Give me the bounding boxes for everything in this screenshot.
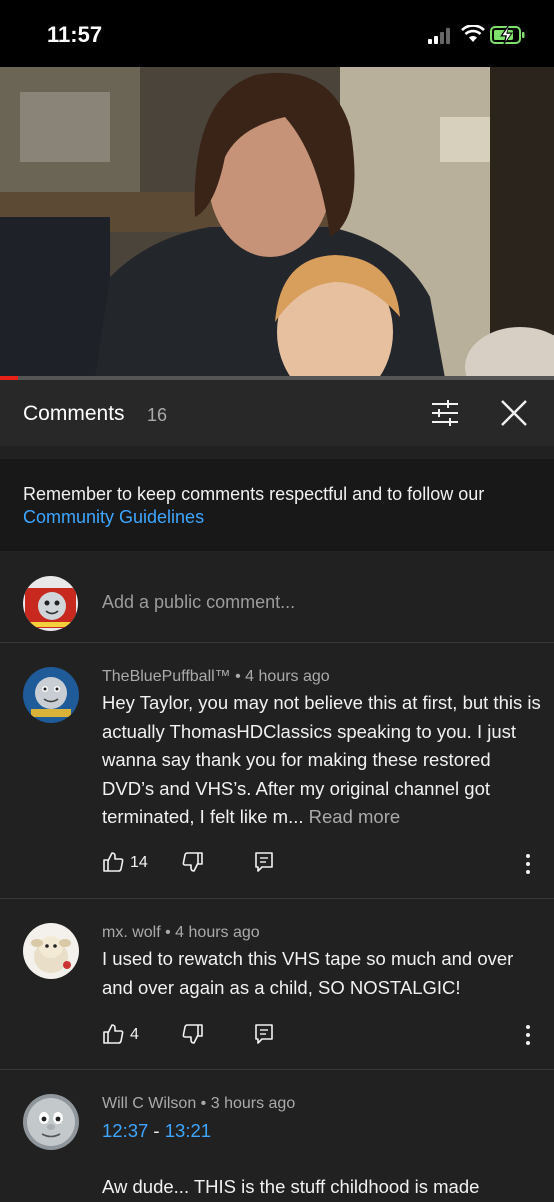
user-avatar bbox=[23, 576, 78, 631]
comment-time: 4 hours ago bbox=[245, 668, 330, 685]
notice-text: Remember to keep comments respectful and… bbox=[23, 483, 533, 529]
battery-charging-icon bbox=[490, 25, 525, 45]
video-player[interactable] bbox=[0, 67, 554, 378]
like-count: 14 bbox=[130, 854, 148, 871]
add-comment-row[interactable]: Add a public comment... bbox=[0, 560, 554, 642]
reply-icon[interactable] bbox=[254, 851, 274, 873]
video-frame bbox=[0, 67, 554, 378]
comment-text: I used to rewatch this VHS tape so much … bbox=[102, 948, 514, 998]
reply-icon[interactable] bbox=[254, 1023, 274, 1045]
thumbs-down-icon[interactable] bbox=[182, 1023, 204, 1045]
more-options-icon[interactable] bbox=[522, 1024, 534, 1046]
cellular-signal-icon bbox=[428, 26, 454, 44]
comment-meta: TheBluePuffball™ • 4 hours ago bbox=[102, 668, 330, 686]
thumbs-up-icon[interactable] bbox=[102, 851, 124, 873]
timestamp-link[interactable]: 12:37 bbox=[102, 1120, 148, 1141]
commenter-avatar[interactable] bbox=[23, 923, 79, 979]
comment-author[interactable]: Will C Wilson bbox=[102, 1095, 196, 1112]
comment-text-block: Hey Taylor, you may not believe this at … bbox=[102, 689, 542, 832]
timestamp-separator: - bbox=[148, 1120, 165, 1141]
more-options-icon[interactable] bbox=[522, 853, 534, 875]
add-comment-input[interactable]: Add a public comment... bbox=[102, 592, 295, 613]
comments-title: Comments bbox=[23, 402, 125, 425]
comment-author[interactable]: mx. wolf bbox=[102, 924, 161, 941]
thumbs-up-icon[interactable] bbox=[102, 1023, 124, 1045]
comment-time: 4 hours ago bbox=[175, 924, 260, 941]
comment-item: TheBluePuffball™ • 4 hours ago Hey Taylo… bbox=[0, 643, 554, 898]
community-notice: Remember to keep comments respectful and… bbox=[0, 459, 554, 551]
sort-filter-icon[interactable] bbox=[430, 399, 460, 427]
close-icon[interactable] bbox=[500, 399, 528, 427]
commenter-avatar[interactable] bbox=[23, 667, 79, 723]
comment-meta: Will C Wilson • 3 hours ago bbox=[102, 1095, 295, 1113]
thumbs-down-icon[interactable] bbox=[182, 851, 204, 873]
comment-text-block: Aw dude... THIS is the stuff childhood i… bbox=[102, 1173, 542, 1202]
comment-time: 3 hours ago bbox=[210, 1095, 296, 1112]
status-time: 11:57 bbox=[47, 22, 103, 47]
meta-separator: • bbox=[160, 924, 176, 941]
comment-text: Aw dude... THIS is the stuff childhood i… bbox=[102, 1176, 480, 1197]
read-more-link[interactable]: Read more bbox=[309, 806, 401, 827]
commenter-avatar[interactable] bbox=[23, 1094, 79, 1150]
meta-separator: • bbox=[196, 1095, 211, 1112]
notice-message: Remember to keep comments respectful and… bbox=[23, 484, 485, 504]
comments-header: Comments 16 bbox=[0, 380, 554, 446]
comment-text-block: I used to rewatch this VHS tape so much … bbox=[102, 945, 542, 1002]
status-bar: 11:57 bbox=[0, 0, 554, 67]
comment-timestamps: 12:37 - 13:21 bbox=[102, 1117, 542, 1146]
meta-separator: • bbox=[230, 668, 246, 685]
comment-author[interactable]: TheBluePuffball™ bbox=[102, 668, 231, 685]
community-guidelines-link[interactable]: Community Guidelines bbox=[23, 507, 204, 527]
timestamp-link[interactable]: 13:21 bbox=[165, 1120, 211, 1141]
comment-meta: mx. wolf • 4 hours ago bbox=[102, 924, 260, 942]
comment-item: Will C Wilson • 3 hours ago 12:37 - 13:2… bbox=[0, 1070, 554, 1200]
comments-count: 16 bbox=[147, 405, 168, 425]
like-count: 4 bbox=[130, 1026, 139, 1043]
wifi-icon bbox=[461, 25, 485, 42]
comment-item: mx. wolf • 4 hours ago I used to rewatch… bbox=[0, 899, 554, 1069]
